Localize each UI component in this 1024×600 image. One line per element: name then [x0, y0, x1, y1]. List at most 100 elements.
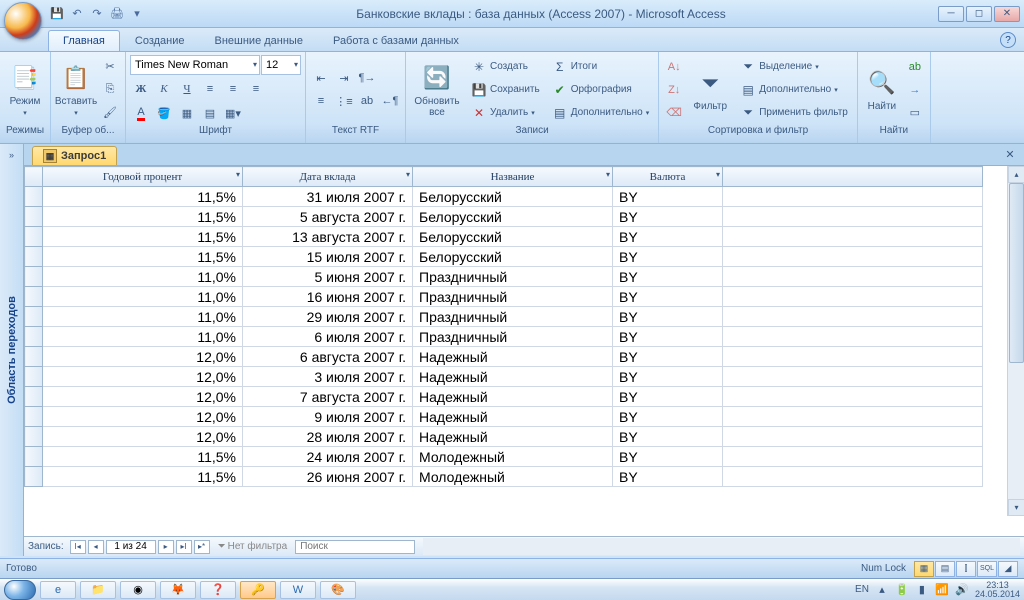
- table-row[interactable]: 11,0%6 июля 2007 г.ПраздничныйBY: [25, 327, 983, 347]
- row-selector[interactable]: [25, 307, 43, 327]
- column-header-percent[interactable]: Годовой процент▾: [43, 167, 243, 187]
- recnav-last-icon[interactable]: ▸I: [176, 540, 192, 554]
- tab-external-data[interactable]: Внешние данные: [200, 30, 318, 51]
- taskbar-ie-icon[interactable]: e: [40, 581, 76, 599]
- recnav-search-input[interactable]: [295, 540, 415, 554]
- cell-percent[interactable]: 11,0%: [43, 307, 243, 327]
- cell-title[interactable]: Праздничный: [413, 267, 613, 287]
- borders-icon[interactable]: ▦▾: [222, 103, 244, 125]
- column-dropdown-icon[interactable]: ▾: [236, 170, 240, 179]
- navpane-expand-icon[interactable]: »: [4, 148, 20, 162]
- new-record-button[interactable]: ✳Создать: [466, 56, 545, 78]
- cell-date[interactable]: 3 июля 2007 г.: [243, 367, 413, 387]
- cell-empty[interactable]: [723, 367, 983, 387]
- table-row[interactable]: 11,5%26 июня 2007 г.МолодежныйBY: [25, 467, 983, 487]
- cell-currency[interactable]: BY: [613, 187, 723, 207]
- cell-percent[interactable]: 11,0%: [43, 267, 243, 287]
- taskbar-help-icon[interactable]: ❓: [200, 581, 236, 599]
- start-button[interactable]: [4, 580, 36, 600]
- toggle-filter-button[interactable]: ⏷Применить фильтр: [735, 102, 853, 124]
- table-row[interactable]: 11,5%13 августа 2007 г.БелорусскийBY: [25, 227, 983, 247]
- bold-icon[interactable]: Ж: [130, 78, 152, 100]
- cell-date[interactable]: 15 июля 2007 г.: [243, 247, 413, 267]
- cell-percent[interactable]: 12,0%: [43, 407, 243, 427]
- cell-date[interactable]: 29 июля 2007 г.: [243, 307, 413, 327]
- scroll-thumb[interactable]: [1009, 183, 1024, 363]
- cell-currency[interactable]: BY: [613, 227, 723, 247]
- column-dropdown-icon[interactable]: ▾: [606, 170, 610, 179]
- cell-empty[interactable]: [723, 387, 983, 407]
- table-row[interactable]: 12,0%28 июля 2007 г.НадежныйBY: [25, 427, 983, 447]
- sort-desc-icon[interactable]: Z↓: [663, 79, 685, 101]
- save-record-button[interactable]: 💾Сохранить: [466, 79, 545, 101]
- cell-empty[interactable]: [723, 187, 983, 207]
- format-painter-icon[interactable]: 🖌: [99, 102, 121, 124]
- font-color-icon[interactable]: A: [130, 103, 152, 125]
- cell-percent[interactable]: 12,0%: [43, 367, 243, 387]
- tab-create[interactable]: Создание: [120, 30, 200, 51]
- gridlines-icon[interactable]: ▦: [176, 103, 198, 125]
- increase-indent-icon[interactable]: ⇥: [333, 67, 355, 89]
- sql-view-btn[interactable]: SQL: [977, 561, 997, 577]
- cell-empty[interactable]: [723, 327, 983, 347]
- pivot-chart-view-btn[interactable]: ⫿: [956, 561, 976, 577]
- cell-percent[interactable]: 11,0%: [43, 287, 243, 307]
- cell-title[interactable]: Надежный: [413, 407, 613, 427]
- cell-empty[interactable]: [723, 447, 983, 467]
- cell-currency[interactable]: BY: [613, 287, 723, 307]
- recnav-position-input[interactable]: [106, 540, 156, 554]
- select-all-corner[interactable]: [25, 167, 43, 187]
- cell-percent[interactable]: 12,0%: [43, 387, 243, 407]
- cell-empty[interactable]: [723, 407, 983, 427]
- highlight-icon[interactable]: ab: [356, 90, 378, 112]
- table-row[interactable]: 11,5%24 июля 2007 г.МолодежныйBY: [25, 447, 983, 467]
- taskbar-clock[interactable]: 23:13 24.05.2014: [975, 581, 1020, 599]
- rtl-icon[interactable]: ←¶: [379, 90, 401, 112]
- totals-button[interactable]: ΣИтоги: [547, 56, 655, 78]
- cell-currency[interactable]: BY: [613, 467, 723, 487]
- paste-button[interactable]: 📋 Вставить ▾: [55, 55, 97, 125]
- view-button[interactable]: 📑 Режим ▾: [4, 55, 46, 125]
- cell-percent[interactable]: 11,0%: [43, 327, 243, 347]
- cell-date[interactable]: 16 июня 2007 г.: [243, 287, 413, 307]
- cell-currency[interactable]: BY: [613, 347, 723, 367]
- numbering-icon[interactable]: ≡: [310, 90, 332, 112]
- cell-empty[interactable]: [723, 307, 983, 327]
- document-close-icon[interactable]: ✕: [1002, 146, 1018, 162]
- row-selector[interactable]: [25, 427, 43, 447]
- row-selector[interactable]: [25, 387, 43, 407]
- recnav-next-icon[interactable]: ▸: [158, 540, 174, 554]
- tab-database-tools[interactable]: Работа с базами данных: [318, 30, 474, 51]
- cell-date[interactable]: 28 июля 2007 г.: [243, 427, 413, 447]
- row-selector[interactable]: [25, 407, 43, 427]
- goto-icon[interactable]: →: [904, 79, 926, 101]
- cell-percent[interactable]: 11,5%: [43, 187, 243, 207]
- row-selector[interactable]: [25, 347, 43, 367]
- taskbar-access-icon[interactable]: 🔑: [240, 581, 276, 599]
- cell-currency[interactable]: BY: [613, 447, 723, 467]
- cut-icon[interactable]: ✂: [99, 56, 121, 78]
- cell-date[interactable]: 31 июля 2007 г.: [243, 187, 413, 207]
- cell-title[interactable]: Праздничный: [413, 287, 613, 307]
- design-view-btn[interactable]: ◢: [998, 561, 1018, 577]
- cell-currency[interactable]: BY: [613, 427, 723, 447]
- navigation-pane[interactable]: » Область переходов: [0, 144, 24, 556]
- table-row[interactable]: 12,0%7 августа 2007 г.НадежныйBY: [25, 387, 983, 407]
- table-row[interactable]: 12,0%9 июля 2007 г.НадежныйBY: [25, 407, 983, 427]
- align-center-icon[interactable]: ≡: [222, 78, 244, 100]
- cell-currency[interactable]: BY: [613, 327, 723, 347]
- cell-date[interactable]: 7 августа 2007 г.: [243, 387, 413, 407]
- horizontal-scrollbar[interactable]: [423, 538, 1020, 555]
- taskbar-firefox-icon[interactable]: 🦊: [160, 581, 196, 599]
- taskbar-paint-icon[interactable]: 🎨: [320, 581, 356, 599]
- cell-currency[interactable]: BY: [613, 267, 723, 287]
- fill-color-icon[interactable]: 🪣: [153, 103, 175, 125]
- cell-date[interactable]: 13 августа 2007 г.: [243, 227, 413, 247]
- sort-asc-icon[interactable]: A↓: [663, 56, 685, 78]
- cell-date[interactable]: 6 августа 2007 г.: [243, 347, 413, 367]
- delete-record-button[interactable]: ✕Удалить▾: [466, 102, 545, 124]
- cell-title[interactable]: Надежный: [413, 387, 613, 407]
- cell-currency[interactable]: BY: [613, 207, 723, 227]
- pivot-table-view-btn[interactable]: ▤: [935, 561, 955, 577]
- cell-title[interactable]: Молодежный: [413, 467, 613, 487]
